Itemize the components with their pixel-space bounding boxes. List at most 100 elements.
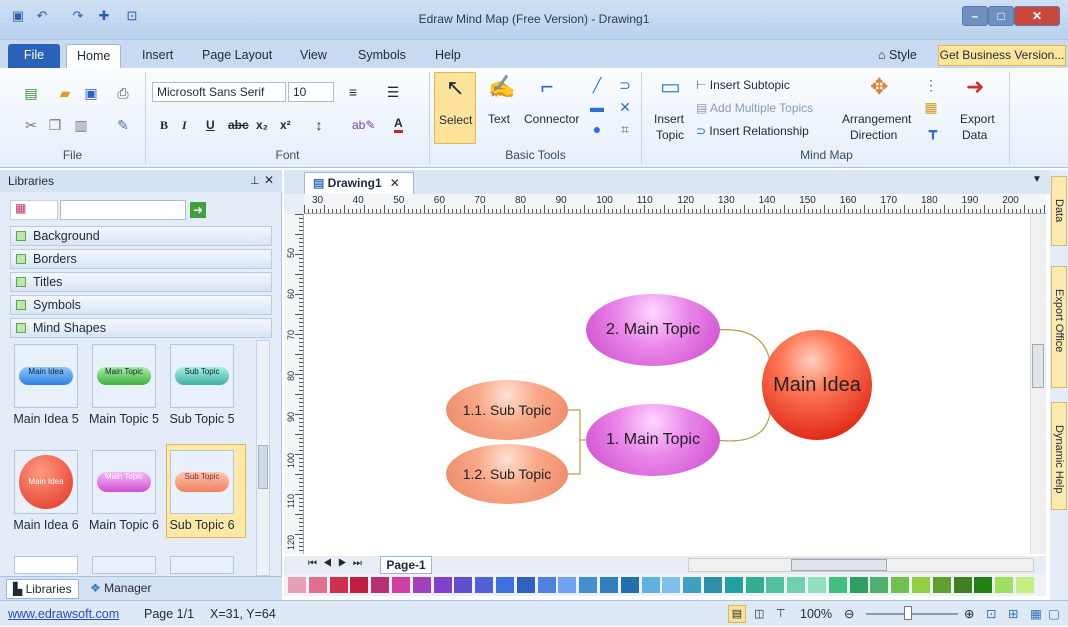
sub-topic-1-1-node[interactable]: 1.1. Sub Topic [446,380,568,440]
horizontal-scroll-thumb[interactable] [791,559,887,571]
palette-swatch[interactable] [787,577,806,593]
tab-page-1[interactable]: Page-1 [380,556,432,574]
palette-swatch[interactable] [600,577,618,593]
open-icon[interactable]: ▰ [56,84,74,102]
palette-swatch[interactable] [412,577,431,593]
font-color-icon[interactable]: A [394,116,403,133]
arrangement-label-2[interactable]: Direction [850,128,897,142]
palette-swatch[interactable] [808,577,826,593]
tab-insert[interactable]: Insert [132,44,183,68]
library-category[interactable]: Mind Shapes [10,318,272,338]
canvas-vertical-scrollbar[interactable] [1030,214,1046,554]
shape-main-topic-5[interactable]: Main Topic [92,344,156,408]
canvas-horizontal-scrollbar[interactable] [688,558,1034,572]
palette-swatch[interactable] [475,577,494,593]
tab-file[interactable]: File [8,44,60,68]
shape-sub-topic-6[interactable]: Sub Topic [170,450,234,514]
palette-swatch[interactable] [932,577,951,593]
normal-view-icon[interactable]: ▤ [728,605,746,623]
shape-sub-topic-5[interactable]: Sub Topic [170,344,234,408]
tree-icon[interactable]: ┳ [924,122,942,140]
palette-swatch[interactable] [891,577,910,593]
shape-main-idea-5[interactable]: Main Idea [14,344,78,408]
palette-swatch[interactable] [496,577,514,593]
drawing-canvas[interactable]: Main Idea 2. Main Topic 1. Main Topic 1.… [304,214,1042,554]
palette-swatch[interactable] [766,577,785,593]
line-spacing-icon[interactable]: ↕ [310,116,328,134]
tab-list-icon[interactable]: ▼ [1032,174,1042,185]
shape-main-idea-6[interactable]: Main Idea [14,450,78,514]
website-link[interactable]: www.edrawsoft.com [8,601,119,627]
palette-swatch[interactable] [371,577,390,593]
sub-topic-1-2-node[interactable]: 1.2. Sub Topic [446,444,568,504]
tab-help[interactable]: Help [425,44,471,68]
palette-swatch[interactable] [849,577,868,593]
fit-page-icon[interactable]: ⊡ [986,601,996,627]
bold-icon[interactable]: B [160,118,168,133]
main-topic-1-node[interactable]: 1. Main Topic [586,404,720,476]
rectangle-icon[interactable]: ▬ [588,98,606,116]
palette-swatch[interactable] [953,577,972,593]
highlight-icon[interactable]: ab✎ [352,118,375,132]
arrangement-label-1[interactable]: Arrangement [842,112,911,126]
strikethrough-icon[interactable]: abc [228,118,249,132]
tab-drawing1[interactable]: ▤ Drawing1 ✕ [304,172,414,194]
superscript-icon[interactable]: x² [280,118,291,132]
connector-label[interactable]: Connector [524,112,579,126]
minimize-button[interactable]: – [962,6,988,26]
library-category[interactable]: Symbols [10,295,272,315]
library-category[interactable]: Background [10,226,272,246]
data-dock-tab[interactable]: Data [1051,176,1067,246]
copy-icon[interactable]: ❐ [46,116,64,134]
maximize-button[interactable]: □ [988,6,1014,26]
save-icon[interactable]: ▣ [82,84,100,102]
palette-swatch[interactable] [641,577,660,593]
paste-icon[interactable]: ▥ [72,116,90,134]
palette-swatch[interactable] [620,577,639,593]
subscript-icon[interactable]: x₂ [256,118,268,132]
tab-page-layout[interactable]: Page Layout [192,44,282,68]
library-search-select[interactable] [60,200,186,220]
palette-swatch[interactable] [433,577,452,593]
palette-swatch[interactable] [974,577,993,593]
canvas-scroll-thumb[interactable] [1032,344,1044,388]
palette-swatch[interactable] [912,577,930,593]
palette-swatch[interactable] [745,577,764,593]
tab-manager[interactable]: ❖ Manager [90,579,151,599]
export-icon[interactable]: ➜ [966,76,984,98]
shape-partial[interactable] [170,556,234,574]
zoom-slider[interactable] [866,613,958,615]
tab-home[interactable]: Home [66,44,122,68]
palette-swatch[interactable] [392,577,410,593]
print-icon[interactable]: ⎙ [114,84,132,102]
panel-close-icon[interactable]: ✕ [264,173,274,187]
ellipse-icon[interactable]: ● [588,120,606,138]
library-scrollbar[interactable] [256,340,270,576]
library-menu-button[interactable]: ▦ [10,200,58,220]
palette-swatch[interactable] [288,577,306,593]
library-category[interactable]: Titles [10,272,272,292]
palette-swatch[interactable] [870,577,889,593]
text-tool-icon[interactable]: ✍ [488,76,515,98]
full-screen-icon[interactable]: ▢ [1048,601,1060,627]
layout-icon[interactable]: ⋮ [922,76,940,94]
shape-partial[interactable] [92,556,156,574]
underline-icon[interactable]: U [206,118,215,132]
palette-swatch[interactable] [454,577,473,593]
export-label-1[interactable]: Export [960,112,995,126]
palette-swatch[interactable] [724,577,743,593]
palette-swatch[interactable] [704,577,722,593]
zoom-out-icon[interactable]: ⊖ [844,601,854,627]
style-menu[interactable]: ⌂ Style [868,44,927,68]
library-go-icon[interactable]: ➜ [190,202,206,218]
scrollbar-thumb[interactable] [258,445,268,489]
close-button[interactable]: ✕ [1014,6,1060,26]
crop-icon[interactable]: ⌗ [616,120,634,138]
palette-swatch[interactable] [537,577,556,593]
palette-swatch[interactable] [828,577,847,593]
tab-libraries[interactable]: ▙ Libraries [6,579,79,599]
font-name-select[interactable]: Microsoft Sans Serif [152,82,286,102]
palette-swatch[interactable] [329,577,348,593]
select-button[interactable]: ↖ Select [434,72,476,144]
insert-relationship-button[interactable]: ⊃ Insert Relationship [696,124,809,138]
